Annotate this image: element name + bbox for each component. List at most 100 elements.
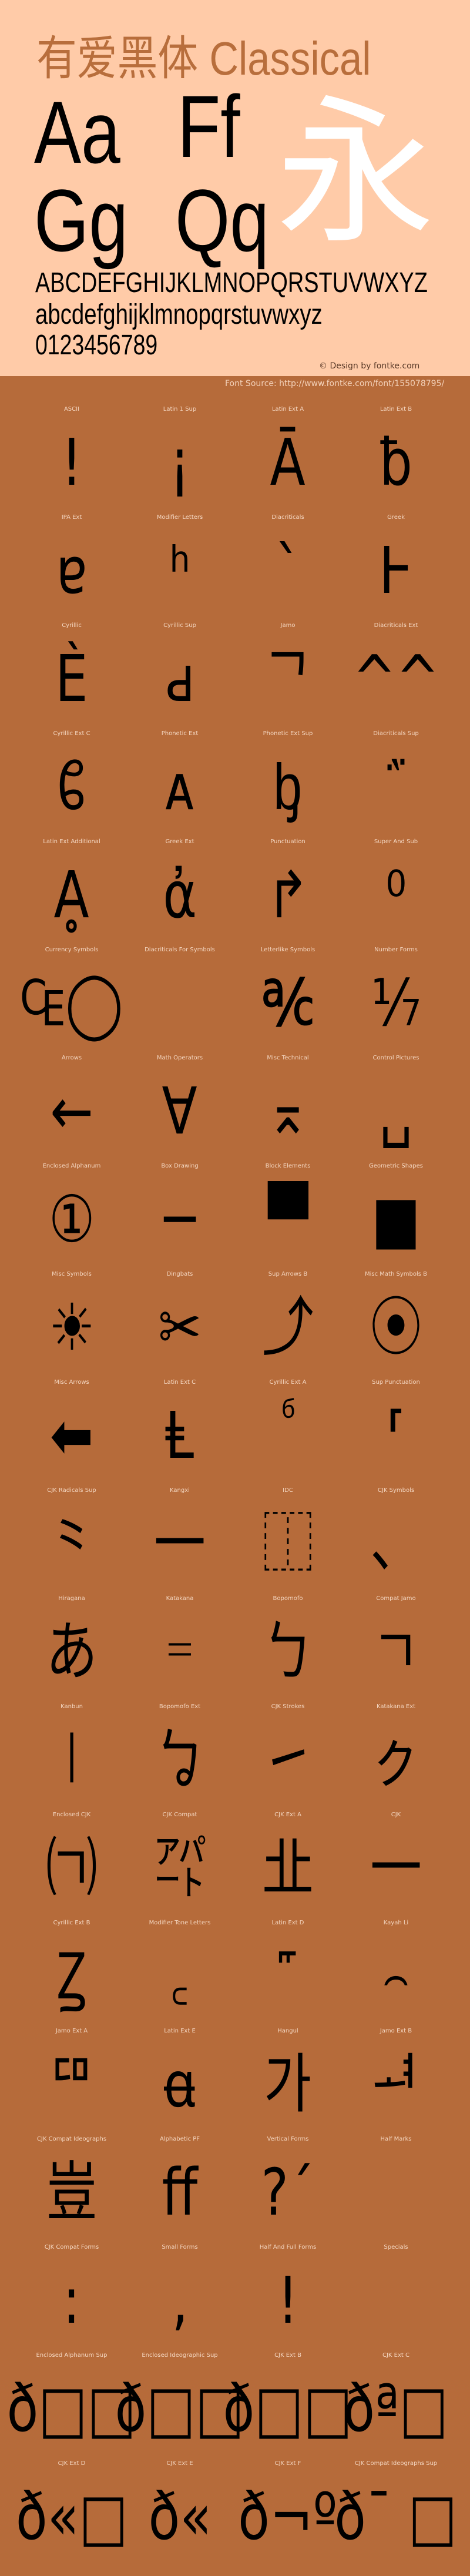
glyph-sample: ꤮ [342,1932,450,2020]
unicode-block-label: CJK Compat Ideographs Sup [354,2460,438,2467]
glyph-sample: Ꙁ [18,1932,126,2020]
glyph-cell: Block Elements ▀ [234,1162,342,1270]
glyph-cell: CJK Ext F ð¬º [234,2460,342,2568]
unicode-block-label: Cyrillic Ext C [53,730,90,737]
glyph-cell: Diacriticals Sup᷀ [342,730,450,838]
glyph-text: ㈀ [46,1830,98,1906]
glyph-text: ¡ [169,425,190,500]
unicode-block-label: Super And Sub [374,838,418,845]
unicode-block-label: Modifier Tone Letters [149,1920,211,1926]
glyph-sample: ð« [126,2473,234,2561]
glyph-cell: Phonetic Ext Sup ᶀ [234,730,342,838]
sample-pair-qq: Qq [175,171,270,270]
glyph-cell: CJK Strokes ㇀ [234,1703,342,1811]
glyph-cell: Hiragana あ [18,1595,126,1703]
glyph-sample: ゠ [126,1608,234,1696]
glyph-sample: ¡ [126,418,234,507]
glyph-text: 豈 [46,2155,98,2230]
unicode-block-label: Math Operators [156,1055,203,1061]
glyph-text: ᄀ [264,641,312,716]
glyph-cell: CJK 一 [342,1811,450,1919]
unicode-block-label: Greek Ext [165,838,194,845]
glyph-cell: Greek Ext ἀ [126,838,234,946]
glyph-cell: Misc Arrows ⬅ [18,1378,126,1487]
glyph-sample: ᶀ [234,743,342,831]
glyph-text: ⌅ [266,1074,310,1149]
unicode-block-label: Currency Symbols [45,947,99,953]
unicode-block-label: Enclosed Ideographic Sup [142,2352,218,2359]
glyph-text: Ѐ [55,641,88,716]
glyph-cell: CJK Ext C ðª□ [342,2352,450,2460]
glyph-text: : [63,2263,80,2338]
glyph-cell: Hangul 가 [234,2027,342,2135]
glyph-sample: ㌀ [126,1824,234,1912]
glyph-cell: Enclosed CJK ㈀ [18,1811,126,1919]
unicode-block-label: Katakana [166,1595,194,1602]
glyph-cell: CJK Compat ㌀ [126,1811,234,1919]
glyph-text: ␣ [380,1074,412,1149]
glyph-cell: Math Operators ∀ [126,1054,234,1162]
glyph-cell: Diacriticals For Symbols [126,946,234,1054]
unicode-block-label: Hiragana [58,1595,85,1602]
glyph-cell: Misc Math Symbols B ⦿ [342,1270,450,1378]
unicode-block-label: Kayah Li [383,1920,409,1926]
glyph-cell: CJK Ext E ð« [126,2460,234,2568]
glyph-sample: 一 [342,1824,450,1912]
unicode-block-label: IDC [283,1487,293,1494]
unicode-block-label: Latin Ext C [163,1379,196,1386]
glyph-cell: CJK Radicals Sup ⺀ [18,1487,126,1595]
feature-character: 永 [276,80,435,266]
glyph-text: ð¯ □ [334,2479,458,2554]
glyph-sample: ƀ [342,418,450,507]
lowercase-alphabet: abcdefghijklmnopqrstuvwxyz [35,299,323,330]
glyph-cell: Modifier Letters ʰ [126,514,234,622]
glyph-sample: ⤴ [234,1283,342,1371]
glyph-text: ㇀ [262,1722,314,1797]
font-source-link[interactable]: Font Source: http://www.fontke.com/font/… [225,379,444,388]
glyph-sample: ꥠ [18,2040,126,2128]
glyph-text: ✂ [158,1290,202,1365]
unicode-block-label: Diacriticals [271,514,304,521]
glyph-sample: ﬀ [126,2148,234,2236]
unicode-block-label: Latin 1 Sup [163,406,197,412]
unicode-block-label: ASCII [63,406,80,412]
unicode-block-label: CJK Ext D [58,2460,86,2467]
unicode-block-label: CJK Compat [162,1812,197,1818]
sample-pair-ff: Ff [177,77,240,176]
glyph-text: Ā [270,425,306,500]
glyph-cell: Vertical Forms ?´ [234,2135,342,2243]
glyph-sample: ?´ [234,2148,342,2236]
glyph-text: ᶀ [273,749,303,824]
glyph-sample: ✂ [126,1283,234,1371]
glyph-text: ᴀ [164,749,196,824]
glyph-text: ① [48,1182,95,1257]
glyph-sample: Ā [234,418,342,507]
glyph-sample: ■ [342,1175,450,1263]
unicode-block-label: CJK Compat Forms [44,2244,99,2250]
unicode-block-label: CJK Strokes [271,1703,305,1710]
unicode-block-label: Latin Ext A [271,406,304,412]
glyph-text: ⸢ [385,1398,407,1473]
unicode-block-label: Compat Jamo [376,1595,416,1602]
glyph-text: あ [46,1614,98,1689]
glyph-sample: ℀ [234,959,342,1047]
unicode-block-label: Jamo Ext B [380,2028,412,2034]
glyph-sample: Ѐ [18,635,126,723]
glyph-sample: ㄱ [342,1608,450,1696]
unicode-block-label: CJK Ext C [382,2352,409,2359]
glyph-text: ðª□ [343,2371,449,2446]
glyph-cell: Latin Ext D ꜠ [234,1919,342,2027]
glyph-cell: Bopomofo ㄅ [234,1595,342,1703]
glyph-sample: ↱ [234,851,342,939]
glyph-cell: Jamo Ext B ힰ [342,2027,450,2135]
glyph-text: ꜀ [170,1938,189,2014]
glyph-cell: Katakana Ext ㇰ [342,1703,450,1811]
unicode-block-label: Kangxi [170,1487,190,1494]
glyph-cell: Latin Ext Additional Ḁ [18,838,126,946]
glyph-sample: ⸢ [342,1391,450,1480]
glyph-sample: : [18,2256,126,2344]
glyph-cell: Diacriticals ` [234,514,342,622]
glyph-cell: Jamo Ext A ꥠ [18,2027,126,2135]
glyph-text: ㆠ [154,1722,206,1797]
unicode-block-label: CJK Radicals Sup [47,1487,96,1494]
